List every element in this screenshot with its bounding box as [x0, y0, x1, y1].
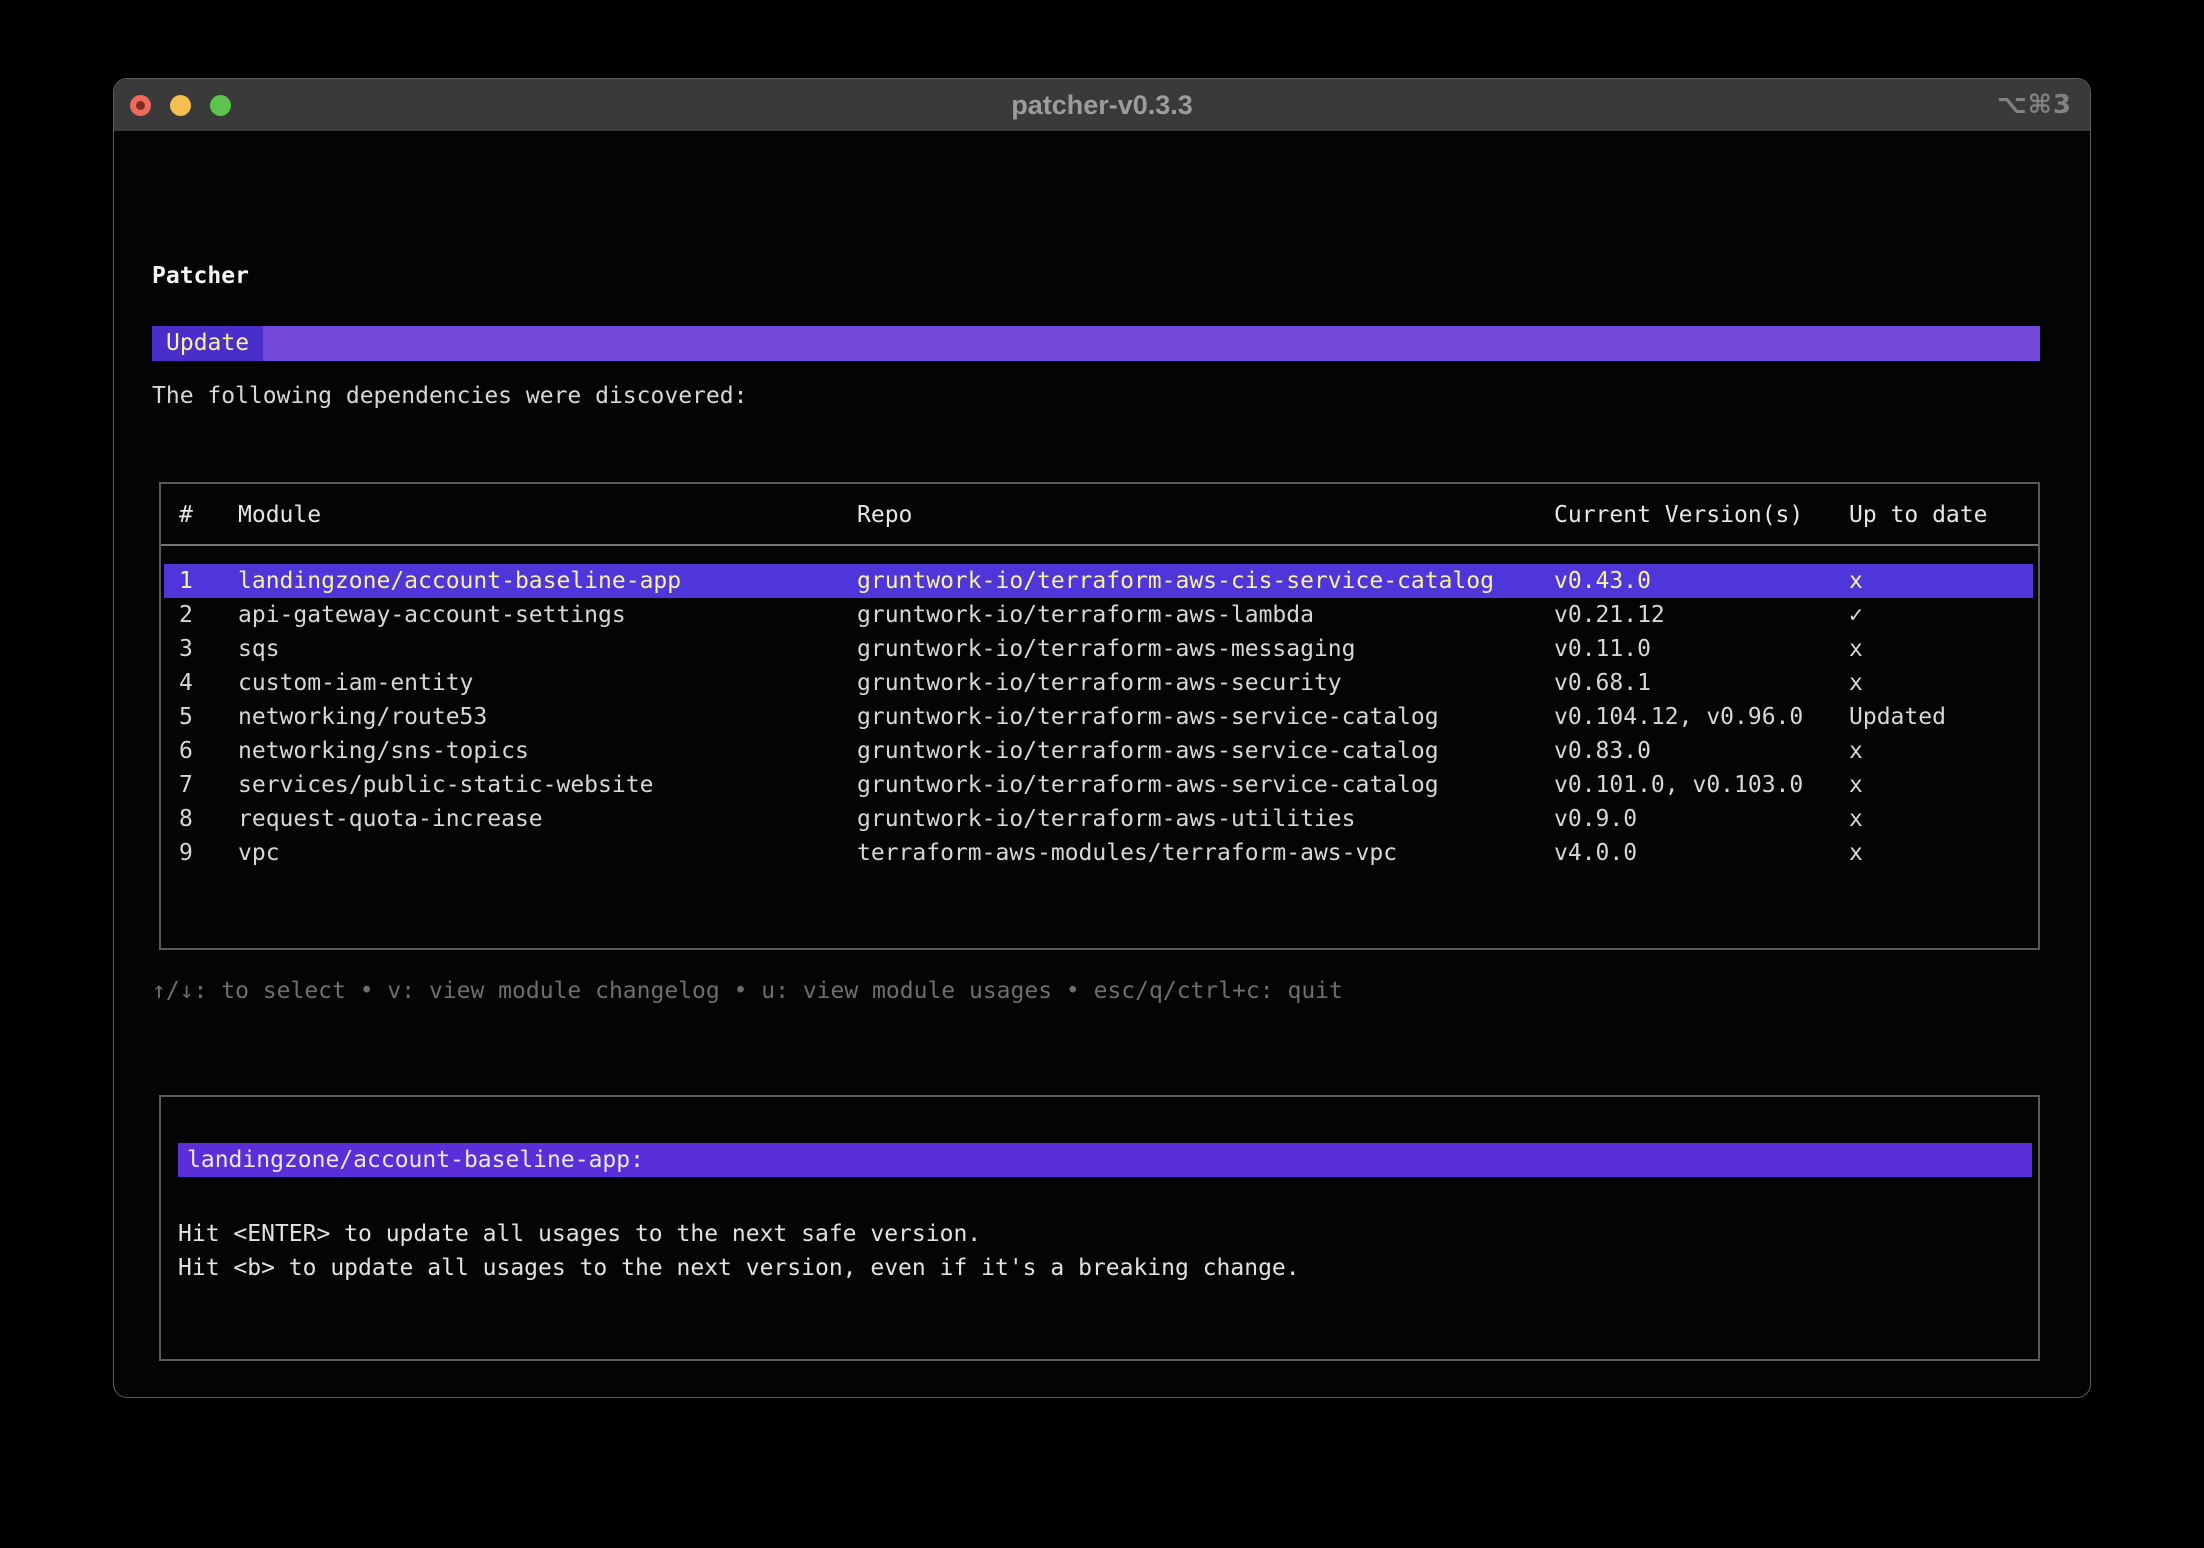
dependencies-table: # Module Repo Current Version(s) Up to d…: [159, 482, 2040, 950]
row-repo: gruntwork-io/terraform-aws-utilities: [857, 802, 1356, 836]
header-status: Up to date: [1849, 501, 1987, 529]
row-module: landingzone/account-baseline-app: [238, 564, 681, 598]
row-number: 4: [179, 666, 193, 700]
row-number: 1: [179, 564, 193, 598]
row-status: x: [1849, 666, 1863, 700]
row-module: custom-iam-entity: [238, 666, 473, 700]
row-module: vpc: [238, 836, 280, 870]
row-number: 9: [179, 836, 193, 870]
detail-instructions: Hit <ENTER> to update all usages to the …: [178, 1217, 1300, 1285]
row-module: sqs: [238, 632, 280, 666]
window-title: patcher-v0.3.3: [114, 90, 2090, 121]
row-repo: gruntwork-io/terraform-aws-messaging: [857, 632, 1356, 666]
row-repo: gruntwork-io/terraform-aws-lambda: [857, 598, 1314, 632]
row-number: 7: [179, 768, 193, 802]
table-row[interactable]: 6 networking/sns-topics gruntwork-io/ter…: [161, 734, 2038, 768]
row-repo: gruntwork-io/terraform-aws-service-catal…: [857, 700, 1439, 734]
row-repo: terraform-aws-modules/terraform-aws-vpc: [857, 836, 1397, 870]
table-row[interactable]: 9 vpc terraform-aws-modules/terraform-aw…: [161, 836, 2038, 870]
row-repo: gruntwork-io/terraform-aws-service-catal…: [857, 734, 1439, 768]
table-header: # Module Repo Current Version(s) Up to d…: [161, 501, 2038, 529]
detail-instruction-enter: Hit <ENTER> to update all usages to the …: [178, 1217, 1300, 1251]
tab-update[interactable]: Update: [152, 326, 263, 361]
selected-module-bar: landingzone/account-baseline-app:: [178, 1143, 2032, 1177]
row-status: Updated: [1849, 700, 1946, 734]
row-version: v0.104.12, v0.96.0: [1554, 700, 1803, 734]
terminal-window: patcher-v0.3.3 ⌥⌘3 Patcher Update The fo…: [113, 78, 2091, 1398]
row-module: api-gateway-account-settings: [238, 598, 626, 632]
header-module: Module: [238, 501, 321, 529]
window-titlebar: patcher-v0.3.3 ⌥⌘3: [114, 79, 2090, 131]
row-version: v0.11.0: [1554, 632, 1651, 666]
row-number: 2: [179, 598, 193, 632]
row-status: ✓: [1849, 598, 1863, 632]
row-repo: gruntwork-io/terraform-aws-security: [857, 666, 1342, 700]
tab-bar: Update: [152, 326, 2040, 361]
header-separator: [161, 544, 2038, 546]
row-number: 3: [179, 632, 193, 666]
table-body: 1 landingzone/account-baseline-app grunt…: [161, 564, 2038, 870]
header-number: #: [179, 501, 193, 529]
table-row[interactable]: 1 landingzone/account-baseline-app grunt…: [161, 564, 2038, 598]
row-status: x: [1849, 836, 1863, 870]
header-repo: Repo: [857, 501, 912, 529]
table-row[interactable]: 3 sqs gruntwork-io/terraform-aws-messagi…: [161, 632, 2038, 666]
row-module: networking/route53: [238, 700, 487, 734]
header-version: Current Version(s): [1554, 501, 1803, 529]
intro-text: The following dependencies were discover…: [152, 382, 747, 410]
row-number: 8: [179, 802, 193, 836]
row-status: x: [1849, 802, 1863, 836]
window-shortcut: ⌥⌘3: [1997, 79, 2072, 131]
row-module: networking/sns-topics: [238, 734, 529, 768]
row-status: x: [1849, 632, 1863, 666]
table-row[interactable]: 2 api-gateway-account-settings gruntwork…: [161, 598, 2038, 632]
table-row[interactable]: 5 networking/route53 gruntwork-io/terraf…: [161, 700, 2038, 734]
row-module: request-quota-increase: [238, 802, 543, 836]
detail-instruction-breaking: Hit <b> to update all usages to the next…: [178, 1251, 1300, 1285]
help-bar: ↑/↓: to select • v: view module changelo…: [152, 977, 1343, 1005]
row-version: v0.101.0, v0.103.0: [1554, 768, 1803, 802]
row-version: v0.68.1: [1554, 666, 1651, 700]
row-number: 5: [179, 700, 193, 734]
row-repo: gruntwork-io/terraform-aws-service-catal…: [857, 768, 1439, 802]
table-row[interactable]: 8 request-quota-increase gruntwork-io/te…: [161, 802, 2038, 836]
table-row[interactable]: 4 custom-iam-entity gruntwork-io/terrafo…: [161, 666, 2038, 700]
row-repo: gruntwork-io/terraform-aws-cis-service-c…: [857, 564, 1494, 598]
row-version: v0.83.0: [1554, 734, 1651, 768]
row-status: x: [1849, 768, 1863, 802]
row-version: v0.21.12: [1554, 598, 1665, 632]
row-module: services/public-static-website: [238, 768, 653, 802]
row-version: v4.0.0: [1554, 836, 1637, 870]
row-number: 6: [179, 734, 193, 768]
row-version: v0.43.0: [1554, 564, 1651, 598]
detail-panel: landingzone/account-baseline-app: Hit <E…: [159, 1095, 2040, 1361]
app-heading: Patcher: [152, 262, 249, 290]
row-version: v0.9.0: [1554, 802, 1637, 836]
row-status: x: [1849, 564, 1863, 598]
terminal-content: Patcher Update The following dependencie…: [114, 131, 2090, 1397]
table-row[interactable]: 7 services/public-static-website gruntwo…: [161, 768, 2038, 802]
row-status: x: [1849, 734, 1863, 768]
